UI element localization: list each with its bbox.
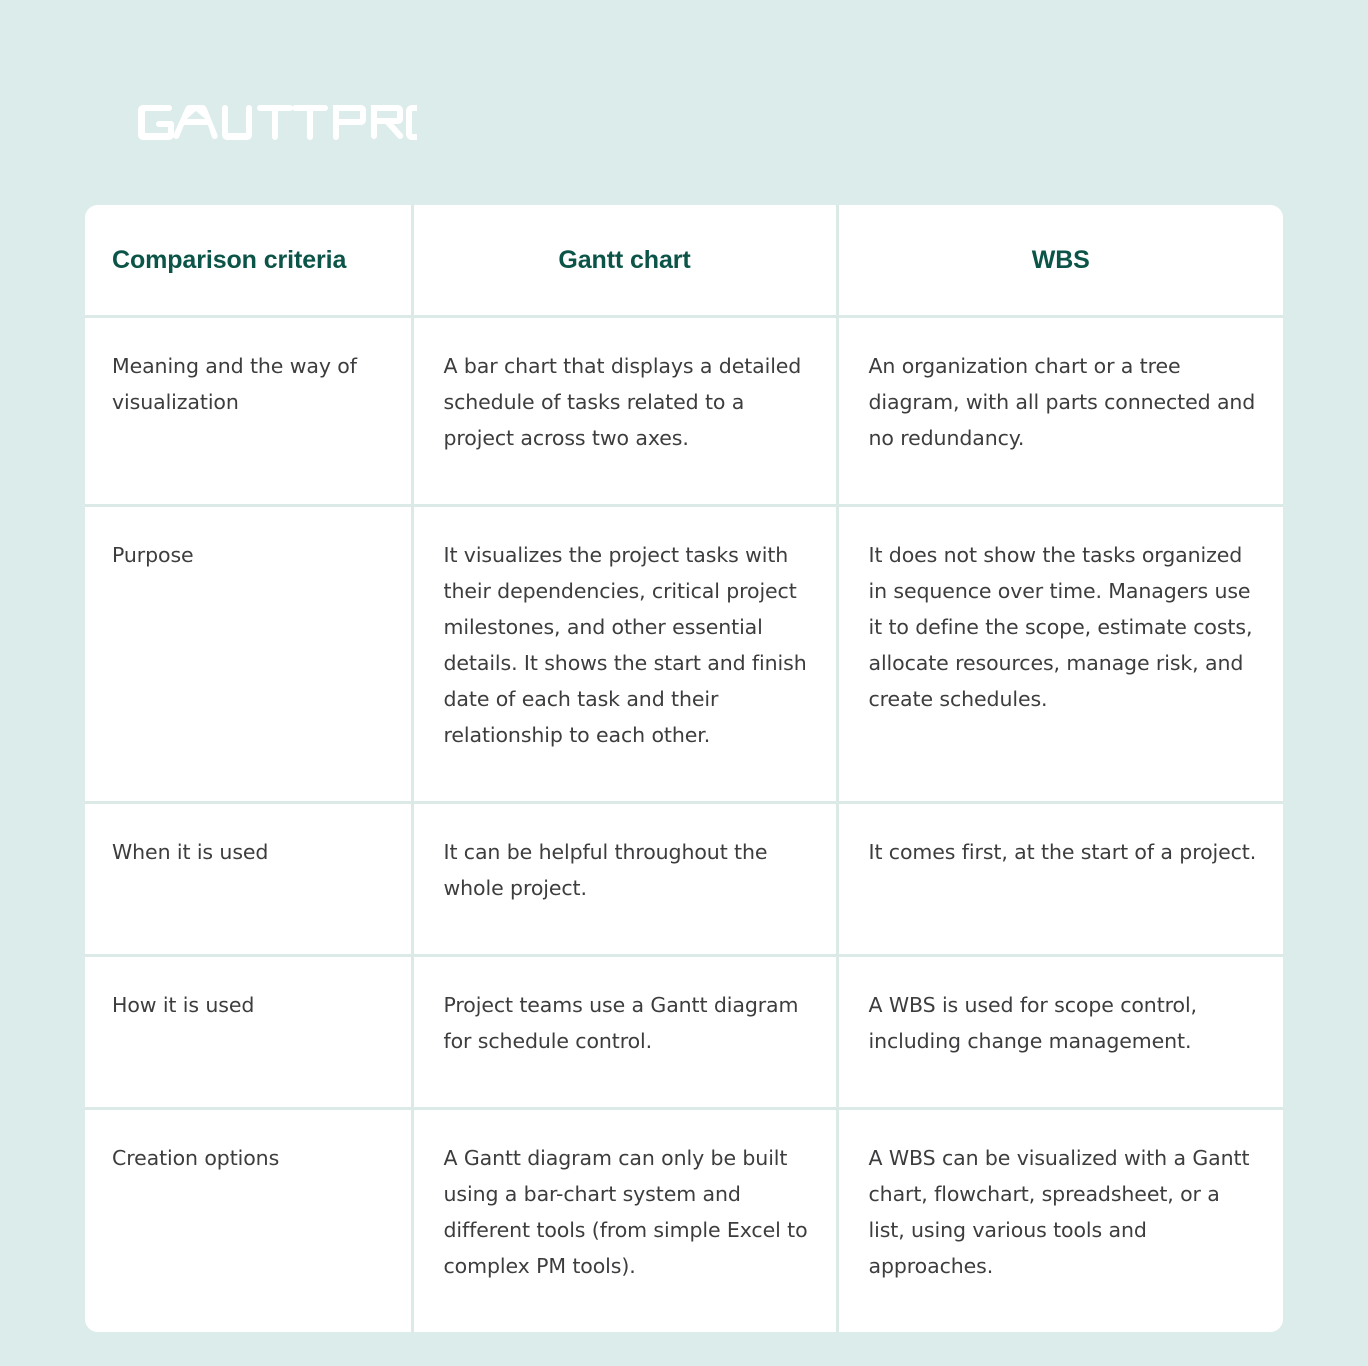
comparison-table: Comparison criteria Gantt chart WBS Mean… xyxy=(85,205,1283,1332)
table-row: Purpose It visualizes the project tasks … xyxy=(85,505,1283,804)
wbs-text: A WBS is used for scope control, includi… xyxy=(868,993,1198,1053)
wbs-text: A WBS can be visualized with a Gantt cha… xyxy=(868,1146,1250,1278)
criteria-text: Meaning and the way of visualization xyxy=(112,354,357,414)
wbs-cell: A WBS is used for scope control, includi… xyxy=(837,955,1283,1110)
gantt-cell: Project teams use a Gantt diagram for sc… xyxy=(412,955,839,1110)
criteria-cell: Creation options xyxy=(85,1108,414,1332)
column-header-wbs: WBS xyxy=(837,205,1283,318)
column-header-gantt-chart: Gantt chart xyxy=(412,205,839,318)
wbs-cell: A WBS can be visualized with a Gantt cha… xyxy=(837,1108,1283,1332)
gantt-cell: It visualizes the project tasks with the… xyxy=(412,505,839,804)
gantt-cell: A bar chart that displays a detailed sch… xyxy=(412,316,839,507)
table-row: Creation options A Gantt diagram can onl… xyxy=(85,1108,1283,1332)
table-body: Meaning and the way of visualization A b… xyxy=(85,316,1283,1332)
column-header-criteria-label: Comparison criteria xyxy=(112,246,347,274)
ganttpro-logo xyxy=(137,100,417,144)
table-header: Comparison criteria Gantt chart WBS xyxy=(85,205,1283,318)
column-header-wbs-label: WBS xyxy=(1031,246,1090,274)
gantt-text: It visualizes the project tasks with the… xyxy=(443,543,807,747)
column-header-criteria: Comparison criteria xyxy=(85,205,414,318)
page-root: Comparison criteria Gantt chart WBS Mean… xyxy=(0,0,1368,1366)
table-row: Meaning and the way of visualization A b… xyxy=(85,316,1283,507)
wbs-text: An organization chart or a tree diagram,… xyxy=(868,354,1256,450)
wbs-cell: It comes first, at the start of a projec… xyxy=(837,802,1283,957)
gantt-text: A Gantt diagram can only be built using … xyxy=(443,1146,808,1278)
gantt-text: Project teams use a Gantt diagram for sc… xyxy=(443,993,799,1053)
wbs-text: It comes first, at the start of a projec… xyxy=(868,840,1257,864)
criteria-cell: Meaning and the way of visualization xyxy=(85,316,414,507)
gantt-cell: A Gantt diagram can only be built using … xyxy=(412,1108,839,1332)
gantt-text: It can be helpful throughout the whole p… xyxy=(443,840,768,900)
table-row: How it is used Project teams use a Gantt… xyxy=(85,955,1283,1110)
table-header-row: Comparison criteria Gantt chart WBS xyxy=(85,205,1283,318)
criteria-cell: When it is used xyxy=(85,802,414,957)
criteria-cell: How it is used xyxy=(85,955,414,1110)
wbs-text: It does not show the tasks organized in … xyxy=(868,543,1253,711)
criteria-text: Purpose xyxy=(112,543,194,567)
wbs-cell: An organization chart or a tree diagram,… xyxy=(837,316,1283,507)
wbs-cell: It does not show the tasks organized in … xyxy=(837,505,1283,804)
table-row: When it is used It can be helpful throug… xyxy=(85,802,1283,957)
criteria-text: When it is used xyxy=(112,840,269,864)
criteria-text: Creation options xyxy=(112,1146,280,1170)
column-header-gantt-chart-label: Gantt chart xyxy=(558,246,691,274)
gantt-cell: It can be helpful throughout the whole p… xyxy=(412,802,839,957)
comparison-table-card: Comparison criteria Gantt chart WBS Mean… xyxy=(85,205,1283,1332)
criteria-text: How it is used xyxy=(112,993,255,1017)
criteria-cell: Purpose xyxy=(85,505,414,804)
gantt-text: A bar chart that displays a detailed sch… xyxy=(443,354,802,450)
